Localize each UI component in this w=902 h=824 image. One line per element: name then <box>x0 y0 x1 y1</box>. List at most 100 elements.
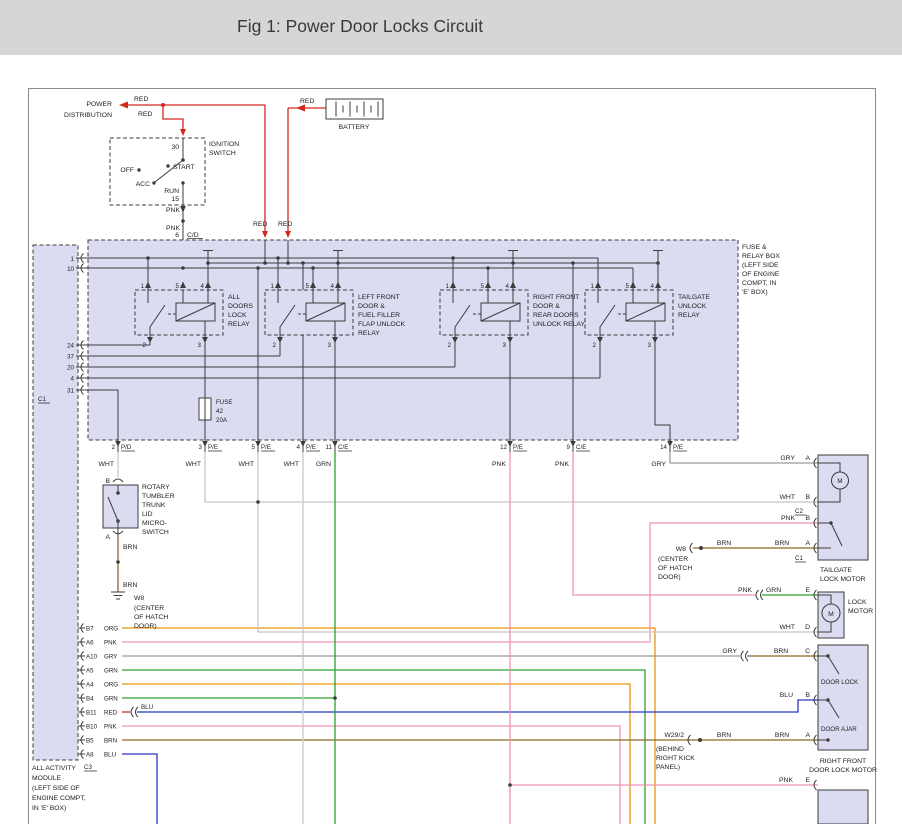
pin-label: 1 <box>591 283 595 290</box>
wire-color-label: BRN <box>775 540 789 547</box>
pin-label: B4 <box>86 696 94 703</box>
pin-label: 14 <box>660 444 667 451</box>
relay-label: LOCK <box>228 312 247 319</box>
pin-label: 15 <box>171 196 179 203</box>
component-label: IGNITION <box>209 141 239 148</box>
pin-label: 2 <box>273 342 277 349</box>
component-label: MICRO- <box>142 520 167 527</box>
fuse-label: FUSE <box>216 399 233 406</box>
splice-desc: RIGHT KICK <box>656 755 695 762</box>
wire-color-label: PNK <box>166 207 180 214</box>
connector-label: P/E <box>673 444 683 451</box>
wire-color-label: RED <box>104 710 118 717</box>
wire-color-label: PNK <box>779 777 793 784</box>
offpage-arrow-icon <box>119 102 128 109</box>
box-label: RELAY BOX <box>742 253 780 260</box>
pin-label: B5 <box>86 738 94 745</box>
box-label: TAILGATE <box>820 567 852 574</box>
splice-desc: PANEL) <box>656 764 680 771</box>
left-arrow-icon <box>296 105 305 112</box>
wire-color-label: BLU <box>141 704 153 711</box>
ground-label: W8 <box>134 595 144 602</box>
wire-color-label: PNK <box>104 724 118 731</box>
battery: RED BATTERY RED <box>278 98 383 238</box>
pin-label: 10 <box>67 266 74 273</box>
pin-label: 4 <box>71 376 75 383</box>
splice-label: W8 <box>676 546 686 553</box>
rotary-tumbler-switch: B A ROTARY TUMBLER TRUNK LID MICRO- SWIT… <box>103 478 175 592</box>
wire-color-label: WHT <box>780 624 795 631</box>
relay-label: FLAP UNLOCK <box>358 321 406 328</box>
wire-color-label: BRN <box>123 544 137 551</box>
splice-w29-2: W29/2 (BEHIND RIGHT KICK PANEL) BRN BRN … <box>656 732 810 771</box>
pin-label: 5 <box>306 283 310 290</box>
connector-label: P/E <box>208 444 218 451</box>
down-arrow-icon <box>262 231 268 238</box>
component-label: LOCK <box>848 599 867 606</box>
wire-color-label: RED <box>278 221 292 228</box>
pin-label: 4 <box>201 283 205 290</box>
connector-label: C1 <box>38 396 46 403</box>
fuse-relay-box: FUSE & RELAY BOX (LEFT SIDE OF ENGINE CO… <box>88 240 780 468</box>
wire-color-label: BLU <box>104 752 116 759</box>
connector-label: C/E <box>576 444 586 451</box>
wire-color-label: ORG <box>104 626 118 633</box>
wire-color-label: PNK <box>738 587 752 594</box>
right-front-door-lock: C BLU B DOOR LOCK DOOR AJAR RIGHT FRONT … <box>722 645 877 774</box>
wire-color-label: BRN <box>123 582 137 589</box>
pin-label: B11 <box>86 710 97 717</box>
wire-color-label: GRN <box>316 461 331 468</box>
pin-label: A5 <box>86 668 94 675</box>
pin-label: B7 <box>86 626 94 633</box>
splice-desc: DOOR) <box>658 574 681 581</box>
pin-label: A8 <box>86 752 94 759</box>
pin-label: E <box>805 587 810 594</box>
pin-label: A <box>805 455 810 462</box>
wire-color-label: GRN <box>766 587 781 594</box>
splice-w8: W8 (CENTER OF HATCH DOOR) BRN BRN A C1 <box>658 540 818 581</box>
pin-label: 2 <box>448 342 452 349</box>
wire-color-label: BLU <box>780 692 793 699</box>
relay-label: REAR DOORS <box>533 312 579 319</box>
wire-color-label: PNK <box>492 461 506 468</box>
pin-label: 3 <box>648 342 652 349</box>
connector-label: C/D <box>187 232 199 239</box>
wire-color-label: WHT <box>780 494 795 501</box>
component-label: TRUNK <box>142 502 166 509</box>
pin-label: 37 <box>67 354 74 361</box>
fusebox-output-pins: 2P/DWHT 3P/EWHT 5P/EWHT 4P/EWHT 11C/EGRN… <box>99 440 687 468</box>
pin-label: 3 <box>198 342 202 349</box>
wire-color-label: GRN <box>104 696 118 703</box>
splice-desc: OF HATCH <box>658 565 692 572</box>
ground-desc: OF HATCH <box>134 614 168 621</box>
pin-label: B <box>105 478 110 485</box>
pin-label: B <box>805 515 810 522</box>
wire-color-label: GRN <box>104 668 118 675</box>
pin-label: 11 <box>326 444 333 451</box>
wire-color-label: PNK <box>555 461 569 468</box>
box-label: FUSE & <box>742 244 767 251</box>
wire-color-label: RED <box>253 221 267 228</box>
wire-color-label: BRN <box>717 540 731 547</box>
pin-label: 24 <box>67 343 74 350</box>
relay-label: TAILGATE <box>678 294 710 301</box>
wire-color-label: BRN <box>774 648 788 655</box>
box-label: LOCK MOTOR <box>820 576 866 583</box>
wire-color-label: GRY <box>780 455 795 462</box>
wire-color-label: PNK <box>781 515 795 522</box>
pin-label: B10 <box>86 724 98 731</box>
fuse-label: 42 <box>216 408 223 415</box>
wire-color-label: PNK <box>104 640 118 647</box>
pin-label: 5 <box>176 283 180 290</box>
pin-label: 31 <box>67 388 74 395</box>
switch-position: ACC <box>136 181 150 188</box>
relay-label: RELAY <box>358 330 380 337</box>
switch-position: START <box>173 164 195 171</box>
splice-desc: (CENTER <box>658 556 688 563</box>
pin-label: E <box>805 777 810 784</box>
connector-label: P/E <box>513 444 523 451</box>
pin-label: 4 <box>651 283 655 290</box>
component-label: TUMBLER <box>142 493 175 500</box>
box-label: OF ENGINE <box>742 271 780 278</box>
switch-position: RUN <box>164 188 179 195</box>
